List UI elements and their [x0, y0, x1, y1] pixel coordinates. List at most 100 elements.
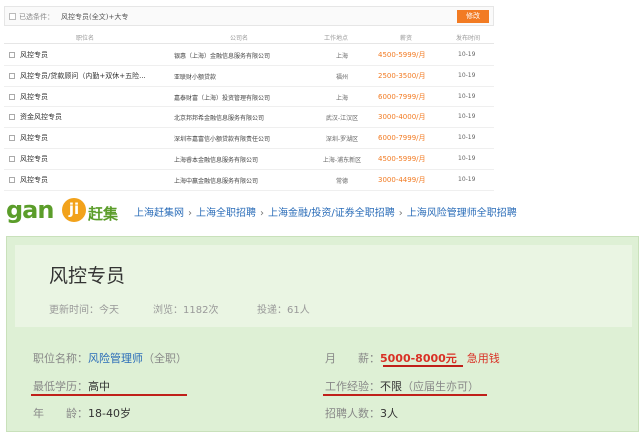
company-link[interactable]: 上海睿本金融信息服务有限公司 [174, 155, 309, 164]
table-row[interactable]: 资金风控专员 北京邦邦希金融信息服务有限公司 武汉-江汉区 3000-4000/… [4, 107, 494, 129]
filter-checkbox[interactable] [9, 13, 16, 20]
filter-bar: 已选条件： 风控专员(全文)+大专 修改 [4, 6, 494, 26]
job-location: 上海 [335, 94, 348, 102]
job-date: 10-19 [458, 134, 476, 142]
header-location: 工作地点 [324, 35, 349, 42]
job-detail-box: 风控专员 更新时间：今天 浏览：1182次 投递：61人 职位名称：风险管理师（… [6, 236, 639, 432]
job-title-link[interactable]: 风控专员 [20, 133, 170, 143]
row-checkbox[interactable] [9, 135, 15, 142]
job-date: 10-19 [458, 92, 476, 100]
experience-field: 工作经验：不限（应届生亦可） [325, 378, 479, 394]
position-type: （全职） [143, 352, 187, 365]
job-salary: 4500-5999/月 [378, 51, 426, 59]
job-header-card: 风控专员 更新时间：今天 浏览：1182次 投递：61人 [15, 245, 632, 327]
experience-underline [323, 394, 487, 396]
applies-value: 61人 [287, 305, 310, 316]
job-salary: 3000-4000/月 [378, 113, 426, 122]
headcount-label: 招聘人数： [325, 407, 380, 420]
row-checkbox[interactable] [9, 93, 15, 100]
urgent-badge: 急用钱 [466, 352, 500, 365]
header-title: 职位名 [76, 35, 95, 42]
filter-value: 风控专员(全文)+大专 [61, 13, 129, 21]
row-checkbox[interactable] [9, 52, 15, 58]
breadcrumb-item[interactable]: 上海全职招聘 [196, 208, 256, 219]
table-row[interactable]: 风控专员 上海中赢金融信息服务有限公司 常德 3000-4499/月 10-19 [4, 170, 494, 191]
chevron-right-icon: › [260, 208, 264, 219]
table-row[interactable]: 风控专员 嘉泰财富（上海）投资管理有限公司 上海 6000-7999/月 10-… [4, 87, 494, 108]
table-row[interactable]: 风控专员/贷款顾问（内勤+双休+五险... 亚联财小额贷款 福州 2500-35… [4, 66, 494, 87]
age-field: 年 龄：18-40岁 [33, 405, 131, 421]
job-date: 10-19 [458, 71, 476, 79]
job-date: 10-19 [458, 154, 476, 162]
job-list-panel: 已选条件： 风控专员(全文)+大专 修改 职位名 公司名 工作地点 薪资 发布时… [0, 0, 500, 192]
breadcrumb-item[interactable]: 上海风险管理师全职招聘 [407, 208, 517, 219]
row-checkbox[interactable] [9, 176, 15, 183]
logo-chinese: 赶集 [88, 205, 119, 223]
job-title-link[interactable]: 风控专员 [20, 154, 170, 164]
job-title-link[interactable]: 风控专员 [20, 92, 170, 102]
job-title-link[interactable]: 风控专员/贷款顾问（内勤+双休+五险... [20, 71, 170, 81]
job-title-link[interactable]: 风控专员 [20, 50, 170, 60]
header-date: 发布时间 [456, 35, 481, 42]
salary-value: 5000-8000元 [380, 352, 457, 365]
breadcrumb-item[interactable]: 上海金融/投资/证券全职招聘 [268, 208, 395, 219]
education-underline [31, 394, 187, 396]
row-checkbox[interactable] [9, 114, 15, 121]
page-title: 风控专员 [49, 265, 126, 287]
views-label: 浏览： [153, 305, 183, 316]
views-meta: 浏览：1182次 [153, 301, 218, 316]
table-row[interactable]: 风控专员 深圳市嘉富信小额贷款有限责任公司 深圳-罗湖区 6000-7999/月… [4, 128, 494, 149]
job-location: 上海 [335, 53, 348, 60]
company-link[interactable]: 亚联财小额贷款 [174, 72, 309, 81]
job-title-link[interactable]: 风控专员 [20, 175, 170, 185]
applies-label: 投递： [257, 305, 287, 316]
applies-meta: 投递：61人 [257, 301, 310, 316]
company-link[interactable]: 嘉泰财富（上海）投资管理有限公司 [174, 93, 309, 102]
salary-underline [383, 365, 463, 367]
ganji-logo[interactable]: gan ji 赶集 [6, 196, 126, 228]
chevron-right-icon: › [188, 208, 192, 219]
education-value: 高中 [88, 380, 110, 393]
experience-note: （应届生亦可） [402, 380, 479, 393]
header-salary: 薪资 [400, 35, 413, 42]
row-checkbox[interactable] [9, 72, 15, 79]
job-detail-panel: gan ji 赶集 上海赶集网 › 上海全职招聘 › 上海金融/投资/证券全职招聘 › 上海… [0, 192, 643, 432]
job-location: 武汉-江汉区 [325, 115, 359, 123]
age-value: 18-40岁 [88, 407, 131, 420]
row-checkbox[interactable] [9, 155, 15, 162]
job-date: 10-19 [458, 113, 476, 121]
filter-label: 已选条件： [19, 13, 54, 21]
company-link[interactable]: 深圳市嘉富信小额贷款有限责任公司 [174, 134, 309, 143]
experience-value: 不限 [380, 380, 402, 393]
education-field: 最低学历：高中 [33, 378, 110, 394]
position-field: 职位名称：风险管理师（全职） [33, 350, 187, 366]
company-link[interactable]: 银惠（上海）金融信息服务有限公司 [174, 51, 309, 60]
headcount-field: 招聘人数：3人 [325, 405, 398, 421]
experience-label: 工作经验： [325, 380, 380, 393]
modify-button[interactable]: 修改 [457, 10, 489, 23]
company-link[interactable]: 北京邦邦希金融信息服务有限公司 [174, 113, 309, 122]
job-rows: 风控专员 银惠（上海）金融信息服务有限公司 上海 4500-5999/月 10-… [4, 45, 494, 191]
views-value: 1182次 [183, 305, 219, 316]
updated-meta: 更新时间：今天 [49, 301, 119, 316]
education-label: 最低学历： [33, 380, 88, 393]
updated-value: 今天 [99, 305, 119, 316]
age-label: 年 龄： [33, 407, 88, 420]
headcount-value: 3人 [380, 407, 398, 420]
job-location: 福州 [335, 73, 348, 81]
table-header: 职位名 公司名 工作地点 薪资 发布时间 [4, 30, 494, 44]
job-location: 深圳-罗湖区 [325, 136, 359, 144]
job-location: 上海-浦东新区 [322, 156, 362, 164]
job-salary: 6000-7999/月 [378, 134, 426, 143]
job-salary: 6000-7999/月 [378, 92, 426, 101]
salary-field: 月 薪：5000-8000元 急用钱 [325, 350, 500, 366]
header-company: 公司名 [230, 35, 249, 42]
table-row[interactable]: 风控专员 银惠（上海）金融信息服务有限公司 上海 4500-5999/月 10-… [4, 45, 494, 66]
company-link[interactable]: 上海中赢金融信息服务有限公司 [174, 176, 309, 185]
breadcrumb-item[interactable]: 上海赶集网 [134, 208, 184, 219]
table-row[interactable]: 风控专员 上海睿本金融信息服务有限公司 上海-浦东新区 4500-5999/月 … [4, 149, 494, 170]
job-title-link[interactable]: 资金风控专员 [20, 112, 170, 122]
position-link[interactable]: 风险管理师 [88, 352, 143, 365]
salary-label: 月 薪： [325, 352, 380, 365]
chevron-right-icon: › [398, 208, 403, 219]
